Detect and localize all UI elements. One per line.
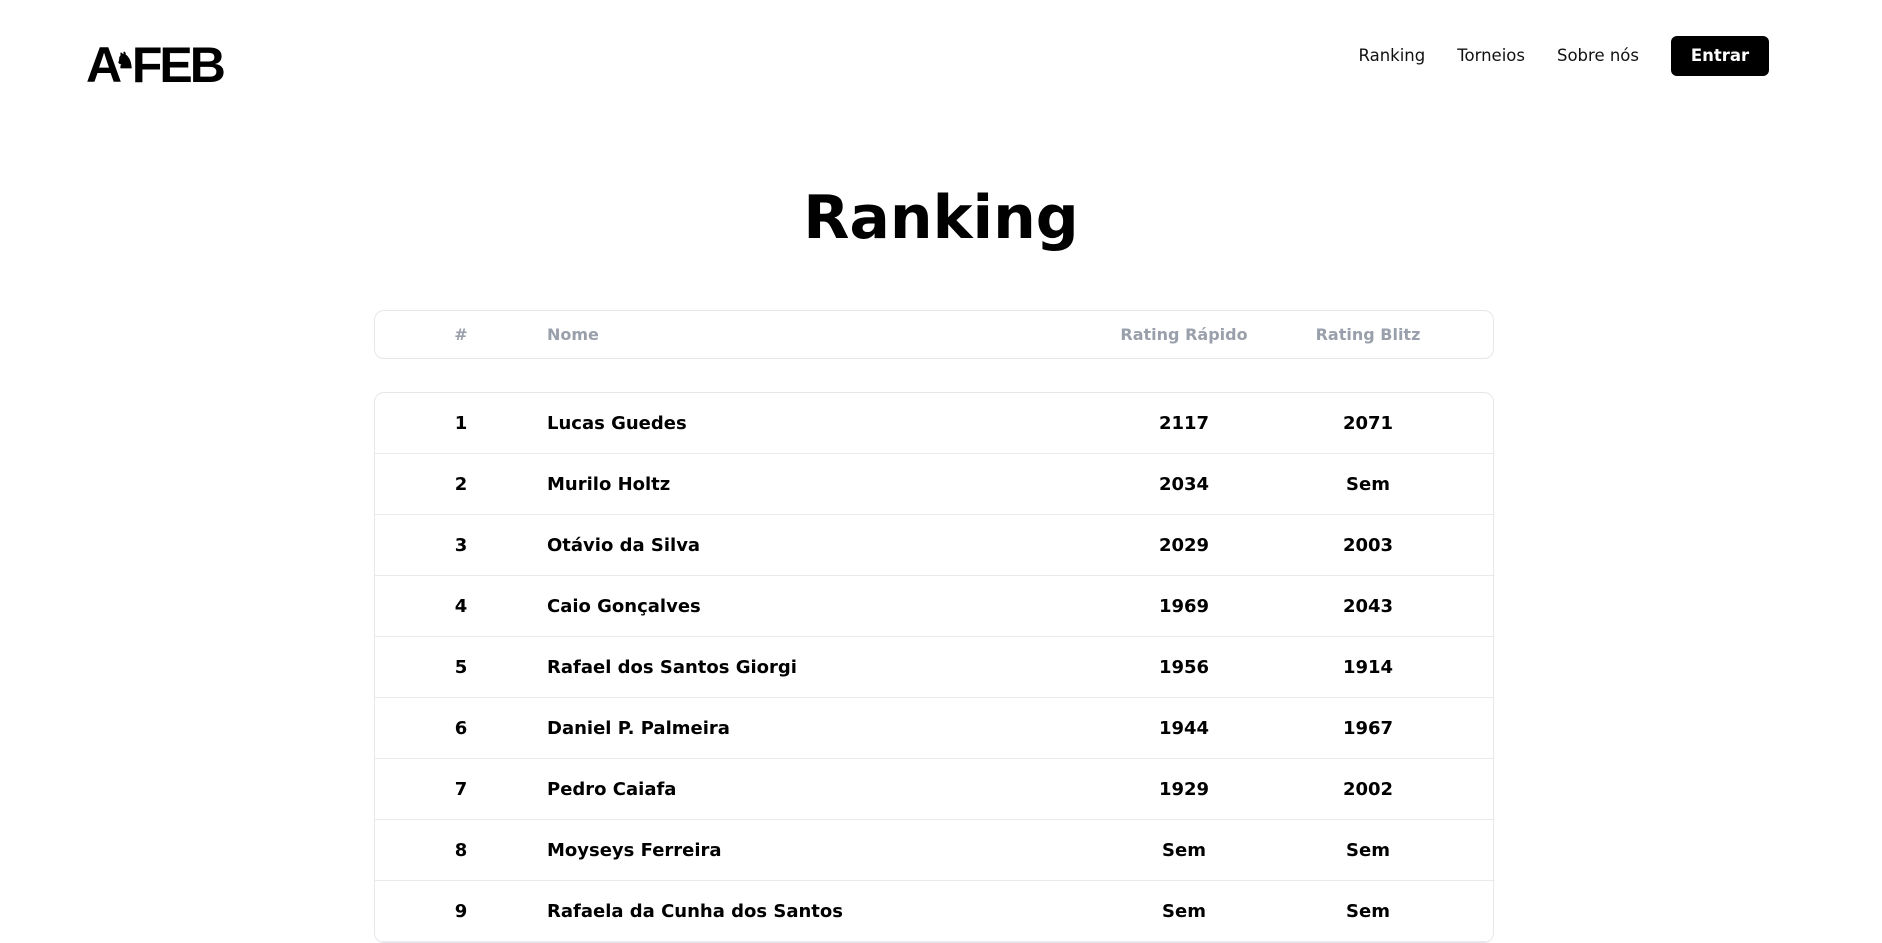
table-row[interactable]: 3 Otávio da Silva 2029 2003 xyxy=(375,515,1493,576)
cell-blitz: Sem xyxy=(1346,900,1390,922)
header-name: Nome xyxy=(547,325,599,344)
cell-blitz: Sem xyxy=(1346,473,1390,495)
cell-name: Lucas Guedes xyxy=(547,412,687,434)
cell-blitz: 1914 xyxy=(1342,656,1394,678)
cell-rapid: Sem xyxy=(1162,839,1206,861)
table-row[interactable]: 7 Pedro Caiafa 1929 2002 xyxy=(375,759,1493,820)
cell-rapid: 2117 xyxy=(1158,412,1210,434)
table-row[interactable]: 9 Rafaela da Cunha dos Santos Sem Sem xyxy=(375,881,1493,942)
cell-name: Pedro Caiafa xyxy=(547,778,677,800)
page: A ♞ FEB Ranking Torneios Sobre nós Entra… xyxy=(0,0,1882,943)
cell-rank: 6 xyxy=(454,717,468,739)
cell-name: Murilo Holtz xyxy=(547,473,671,495)
table-row[interactable]: 5 Rafael dos Santos Giorgi 1956 1914 xyxy=(375,637,1493,698)
cell-name: Moyseys Ferreira xyxy=(547,839,722,861)
page-title: Ranking xyxy=(803,183,1079,253)
cell-blitz: 2071 xyxy=(1342,412,1394,434)
header-rank: # xyxy=(454,325,468,344)
ranking-table: 1 Lucas Guedes 2117 2071 2 Murilo Holtz … xyxy=(374,392,1494,943)
header-rapid: Rating Rápido xyxy=(1120,325,1248,344)
cell-rapid: Sem xyxy=(1162,900,1206,922)
cell-rapid: 1956 xyxy=(1158,656,1210,678)
brand-logo[interactable]: A ♞ FEB xyxy=(86,37,226,93)
table-row[interactable]: 8 Moyseys Ferreira Sem Sem xyxy=(375,820,1493,881)
cell-name: Rafaela da Cunha dos Santos xyxy=(547,900,843,922)
cell-rank: 2 xyxy=(454,473,468,495)
cell-blitz: 2043 xyxy=(1342,595,1394,617)
table-row[interactable]: 4 Caio Gonçalves 1969 2043 xyxy=(375,576,1493,637)
cell-rapid: 2029 xyxy=(1158,534,1210,556)
cell-rank: 5 xyxy=(454,656,468,678)
cell-rank: 1 xyxy=(454,412,468,434)
table-row[interactable]: 2 Murilo Holtz 2034 Sem xyxy=(375,454,1493,515)
cell-name: Caio Gonçalves xyxy=(547,595,701,617)
table-row[interactable]: 1 Lucas Guedes 2117 2071 xyxy=(375,393,1493,454)
logo-text-right: FEB xyxy=(131,37,226,93)
table-header: # Nome Rating Rápido Rating Blitz xyxy=(374,310,1494,359)
cell-blitz: 2003 xyxy=(1342,534,1394,556)
table-row[interactable]: 6 Daniel P. Palmeira 1944 1967 xyxy=(375,698,1493,759)
cell-rapid: 2034 xyxy=(1158,473,1210,495)
cell-rapid: 1969 xyxy=(1158,595,1210,617)
cell-rapid: 1944 xyxy=(1158,717,1210,739)
cell-rapid: 1929 xyxy=(1158,778,1210,800)
cell-rank: 8 xyxy=(454,839,468,861)
top-nav: Ranking Torneios Sobre nós Entrar xyxy=(1358,36,1801,76)
nav-link-ranking[interactable]: Ranking xyxy=(1358,36,1425,76)
cell-name: Otávio da Silva xyxy=(547,534,701,556)
login-button[interactable]: Entrar xyxy=(1671,36,1769,76)
cell-name: Daniel P. Palmeira xyxy=(547,717,730,739)
header-blitz: Rating Blitz xyxy=(1315,325,1421,344)
cell-blitz: 1967 xyxy=(1342,717,1394,739)
cell-blitz: Sem xyxy=(1346,839,1390,861)
nav-link-sobre[interactable]: Sobre nós xyxy=(1557,36,1639,76)
cell-rank: 3 xyxy=(454,534,468,556)
cell-rank: 4 xyxy=(454,595,468,617)
cell-rank: 7 xyxy=(454,778,468,800)
cell-blitz: 2002 xyxy=(1342,778,1394,800)
nav-link-torneios[interactable]: Torneios xyxy=(1457,36,1525,76)
cell-rank: 9 xyxy=(454,900,468,922)
cell-name: Rafael dos Santos Giorgi xyxy=(547,656,797,678)
